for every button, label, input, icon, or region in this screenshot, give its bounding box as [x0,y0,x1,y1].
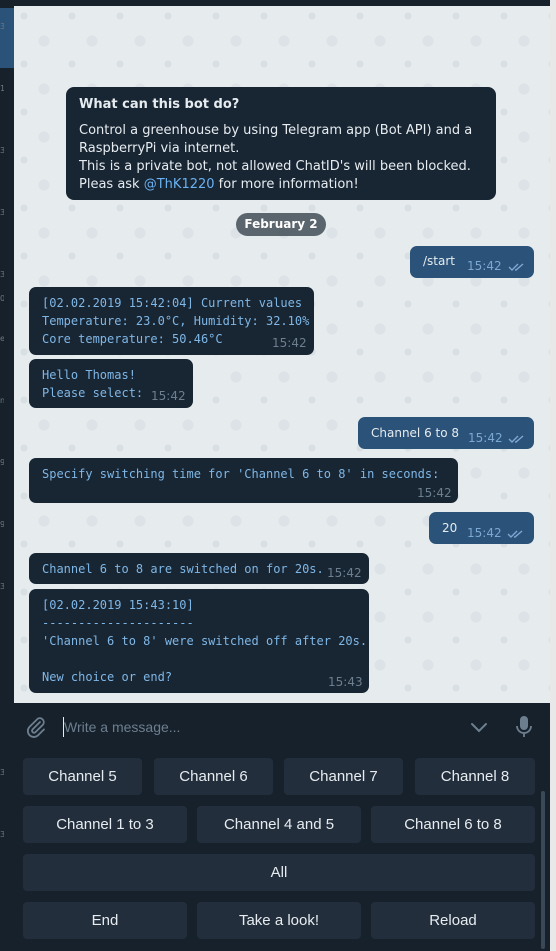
microphone-icon[interactable] [516,715,532,739]
chat-list-mark: 9 [0,458,4,467]
bot-info-text: for more information! [214,177,359,192]
chat-list-mark: 3 [0,582,4,591]
message-incoming[interactable]: [02.02.2019 15:42:04] Current values Tem… [29,287,314,355]
chat-list-mark: n [0,396,4,405]
bot-info-card: What can this bot do? Control a greenhou… [66,87,496,200]
message-input[interactable] [64,715,444,739]
double-check-icon [508,435,524,443]
message-outgoing[interactable]: 20 15:42 [429,512,534,544]
message-time: 15:42 [327,566,362,580]
chevron-down-icon[interactable] [470,718,488,736]
chat-list-mark: 0 [0,294,4,303]
message-time: 15:42 [468,431,503,445]
chat-list-mark: 3 [0,830,4,839]
chat-list-mark: 3 [0,146,4,155]
date-separator: February 2 [236,213,326,236]
keyboard-button-channel-6[interactable]: Channel 6 [154,758,273,795]
message-time: 15:42 [151,389,186,403]
message-time: 15:42 [417,486,452,500]
keyboard-button-take-a-look[interactable]: Take a look! [197,902,361,939]
keyboard-button-reload[interactable]: Reload [371,902,535,939]
message-incoming[interactable]: [02.02.2019 15:43:10] ------------------… [29,589,369,693]
bot-keyboard: Channel 5 Channel 6 Channel 7 Channel 8 … [14,751,550,951]
chat-list-mark: 9 [0,520,4,529]
keyboard-button-channel-5[interactable]: Channel 5 [23,758,142,795]
message-text: 20 [442,521,458,535]
message-text: Hello Thomas! Please select: [42,368,144,400]
message-text: /start [423,254,455,268]
chat-list-mark: 3 [0,208,4,217]
keyboard-button-channel-8[interactable]: Channel 8 [415,758,535,795]
message-time: 15:43 [328,675,363,689]
chat-list-mark: 1 [0,84,4,93]
paperclip-icon[interactable] [25,716,47,738]
active-chat-item[interactable] [0,8,14,68]
double-check-icon [508,263,524,271]
message-composer [14,703,550,751]
message-outgoing[interactable]: /start 15:42 [410,246,534,278]
message-time: 15:42 [467,526,502,540]
chat-list-mark: e [0,334,4,343]
bot-info-line: Pleas ask @ThK1220 for more information! [79,176,483,194]
message-area[interactable]: What can this bot do? Control a greenhou… [14,6,550,703]
keyboard-button-end[interactable]: End [23,902,187,939]
username-link[interactable]: @ThK1220 [144,177,215,192]
bot-info-text: Pleas ask [79,177,144,192]
bot-info-title: What can this bot do? [79,97,240,112]
message-incoming[interactable]: Hello Thomas! Please select: 15:42 [29,359,193,408]
chat-list-mark: 3 [0,270,4,279]
message-text: Channel 6 to 8 [371,426,460,440]
message-text: Specify switching time for 'Channel 6 to… [42,467,440,481]
chat-list-mark: 3 [0,768,4,777]
bot-info-line: This is a private bot, not allowed ChatI… [79,159,471,174]
keyboard-button-channel-7[interactable]: Channel 7 [284,758,403,795]
chat-list-strip[interactable]: 3 1 3 3 3 0 e n 9 9 3 3 3 [0,0,14,951]
message-time: 15:42 [467,259,502,273]
message-text: Channel 6 to 8 are switched on for 20s. [42,562,324,576]
message-incoming[interactable]: Channel 6 to 8 are switched on for 20s. … [29,553,369,584]
message-incoming[interactable]: Specify switching time for 'Channel 6 to… [29,458,458,503]
double-check-icon [507,530,523,538]
keyboard-button-channel-6-to-8[interactable]: Channel 6 to 8 [371,806,535,843]
message-text: [02.02.2019 15:42:04] Current values Tem… [42,296,310,346]
keyboard-button-channel-4-and-5[interactable]: Channel 4 and 5 [197,806,361,843]
keyboard-button-channel-1-to-3[interactable]: Channel 1 to 3 [23,806,187,843]
message-outgoing[interactable]: Channel 6 to 8 15:42 [358,417,534,449]
background-window-edge [550,0,556,951]
keyboard-button-all[interactable]: All [23,854,535,891]
message-time: 15:42 [272,336,307,350]
keyboard-scrollbar[interactable] [541,791,545,949]
bot-info-line: Control a greenhouse by using Telegram a… [79,123,473,138]
message-text: [02.02.2019 15:43:10] ------------------… [42,598,368,684]
bot-info-line: RaspberryPi via internet. [79,141,240,156]
chat-list-mark: 3 [0,22,4,31]
